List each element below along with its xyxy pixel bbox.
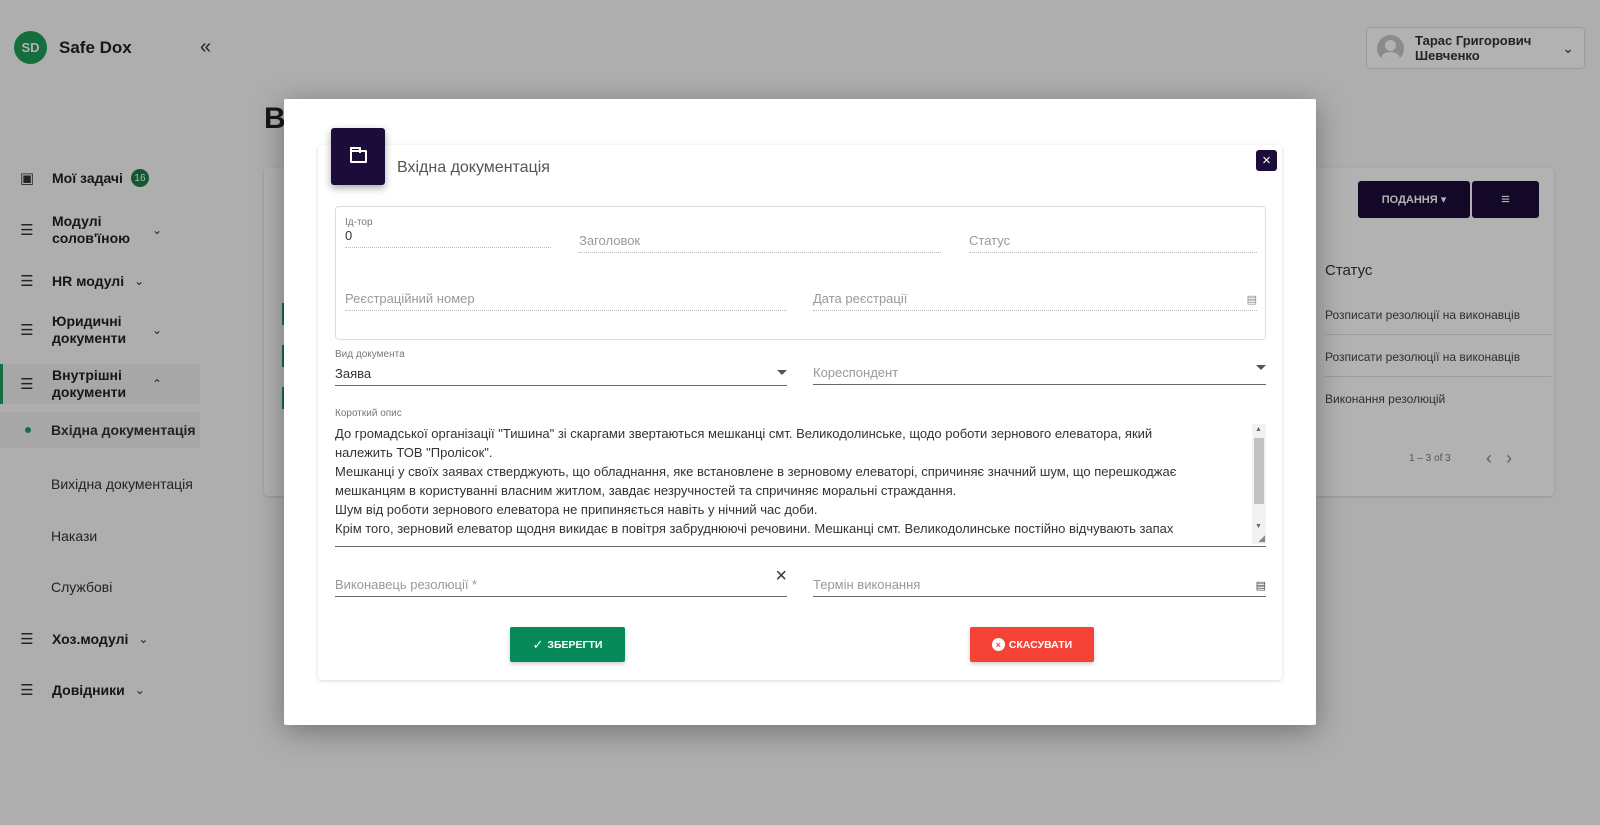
calendar-icon[interactable]: ▤	[1256, 579, 1266, 592]
document-type-label: Вид документа	[335, 349, 405, 360]
correspondent-select[interactable]: Кореспондент	[813, 363, 1266, 385]
description-line: До громадської організації "Тишина" зі с…	[335, 426, 1153, 441]
description-line: належить ТОВ "Пролісок".	[335, 445, 493, 460]
description-textarea[interactable]: До громадської організації "Тишина" зі с…	[335, 424, 1266, 547]
description-line: Шум від роботи зернового елеватора не пр…	[335, 502, 818, 517]
registration-number-field[interactable]: Реєстраційний номер	[345, 289, 787, 311]
cancel-circle-icon: ×	[991, 638, 1005, 651]
description-label: Короткий опис	[335, 408, 402, 419]
description-line: Крім того, зерновий елеватор щодня викид…	[335, 521, 1174, 536]
correspondent-input[interactable]: Кореспондент	[813, 363, 1266, 385]
cancel-button[interactable]: × СКАСУВАТИ	[970, 627, 1094, 662]
id-input[interactable]: 0	[345, 228, 551, 248]
registration-date-field[interactable]: Дата реєстрації ▤	[813, 289, 1257, 311]
clear-icon[interactable]: ×	[775, 566, 787, 586]
executor-field[interactable]: Виконавець резолюції * ×	[335, 566, 787, 597]
status-input[interactable]: Статус	[969, 231, 1257, 253]
modal-title: Вхідна документація	[397, 159, 550, 176]
description-line: мешканцям в користуванні власним житлом,…	[335, 483, 957, 498]
document-header-fieldset: Ід-тор 0 Заголовок Статус Реєстраційний …	[335, 206, 1266, 340]
scroll-thumb[interactable]	[1254, 438, 1264, 504]
executor-placeholder: Виконавець резолюції *	[335, 577, 478, 592]
description-text: До громадської організації "Тишина" зі с…	[335, 424, 1240, 547]
calendar-icon[interactable]: ▤	[1247, 293, 1257, 306]
document-type-input[interactable]: Заява	[335, 364, 787, 386]
status-placeholder: Статус	[969, 233, 1011, 248]
correspondent-placeholder: Кореспондент	[813, 365, 899, 380]
document-type-select[interactable]: Вид документа Заява	[335, 349, 787, 386]
document-modal: Вхідна документація × Ід-тор 0 Заголовок…	[284, 99, 1316, 725]
registration-number-input[interactable]: Реєстраційний номер	[345, 289, 787, 311]
resize-grip-icon[interactable]: ◢	[1258, 533, 1265, 544]
document-type-value: Заява	[335, 366, 372, 381]
title-input[interactable]: Заголовок	[579, 231, 941, 253]
save-button-label: ЗБЕРЕГТИ	[547, 638, 603, 651]
registration-date-placeholder: Дата реєстрації	[813, 291, 908, 306]
registration-number-placeholder: Реєстраційний номер	[345, 291, 475, 306]
status-field[interactable]: Статус	[969, 231, 1257, 253]
close-icon: ×	[1262, 152, 1271, 169]
title-field[interactable]: Заголовок	[579, 231, 941, 253]
description-line: Мешканці у своїх заявах стверджують, що …	[335, 464, 1177, 479]
dropdown-arrow-icon	[777, 370, 787, 375]
executor-input[interactable]: Виконавець резолюції * ×	[335, 566, 787, 597]
dropdown-arrow-icon	[1256, 365, 1266, 370]
id-field[interactable]: Ід-тор 0	[345, 217, 551, 248]
close-button[interactable]: ×	[1256, 150, 1277, 171]
scroll-up-icon[interactable]: ▲	[1255, 426, 1262, 433]
id-label: Ід-тор	[345, 217, 373, 228]
save-button[interactable]: ✓ ЗБЕРЕГТИ	[510, 627, 625, 662]
id-value: 0	[345, 228, 353, 243]
scroll-down-icon[interactable]: ▼	[1255, 523, 1262, 530]
cancel-button-label: СКАСУВАТИ	[1008, 638, 1073, 651]
check-icon: ✓	[532, 636, 544, 652]
title-placeholder: Заголовок	[579, 233, 641, 248]
textarea-scrollbar[interactable]: ▲ ▼	[1252, 424, 1266, 544]
folder-icon-box	[331, 128, 385, 185]
folder-icon	[349, 147, 367, 163]
registration-date-input[interactable]: Дата реєстрації ▤	[813, 289, 1257, 311]
deadline-field[interactable]: Термін виконання ▤	[813, 575, 1266, 597]
deadline-placeholder: Термін виконання	[813, 577, 921, 592]
deadline-input[interactable]: Термін виконання ▤	[813, 575, 1266, 597]
